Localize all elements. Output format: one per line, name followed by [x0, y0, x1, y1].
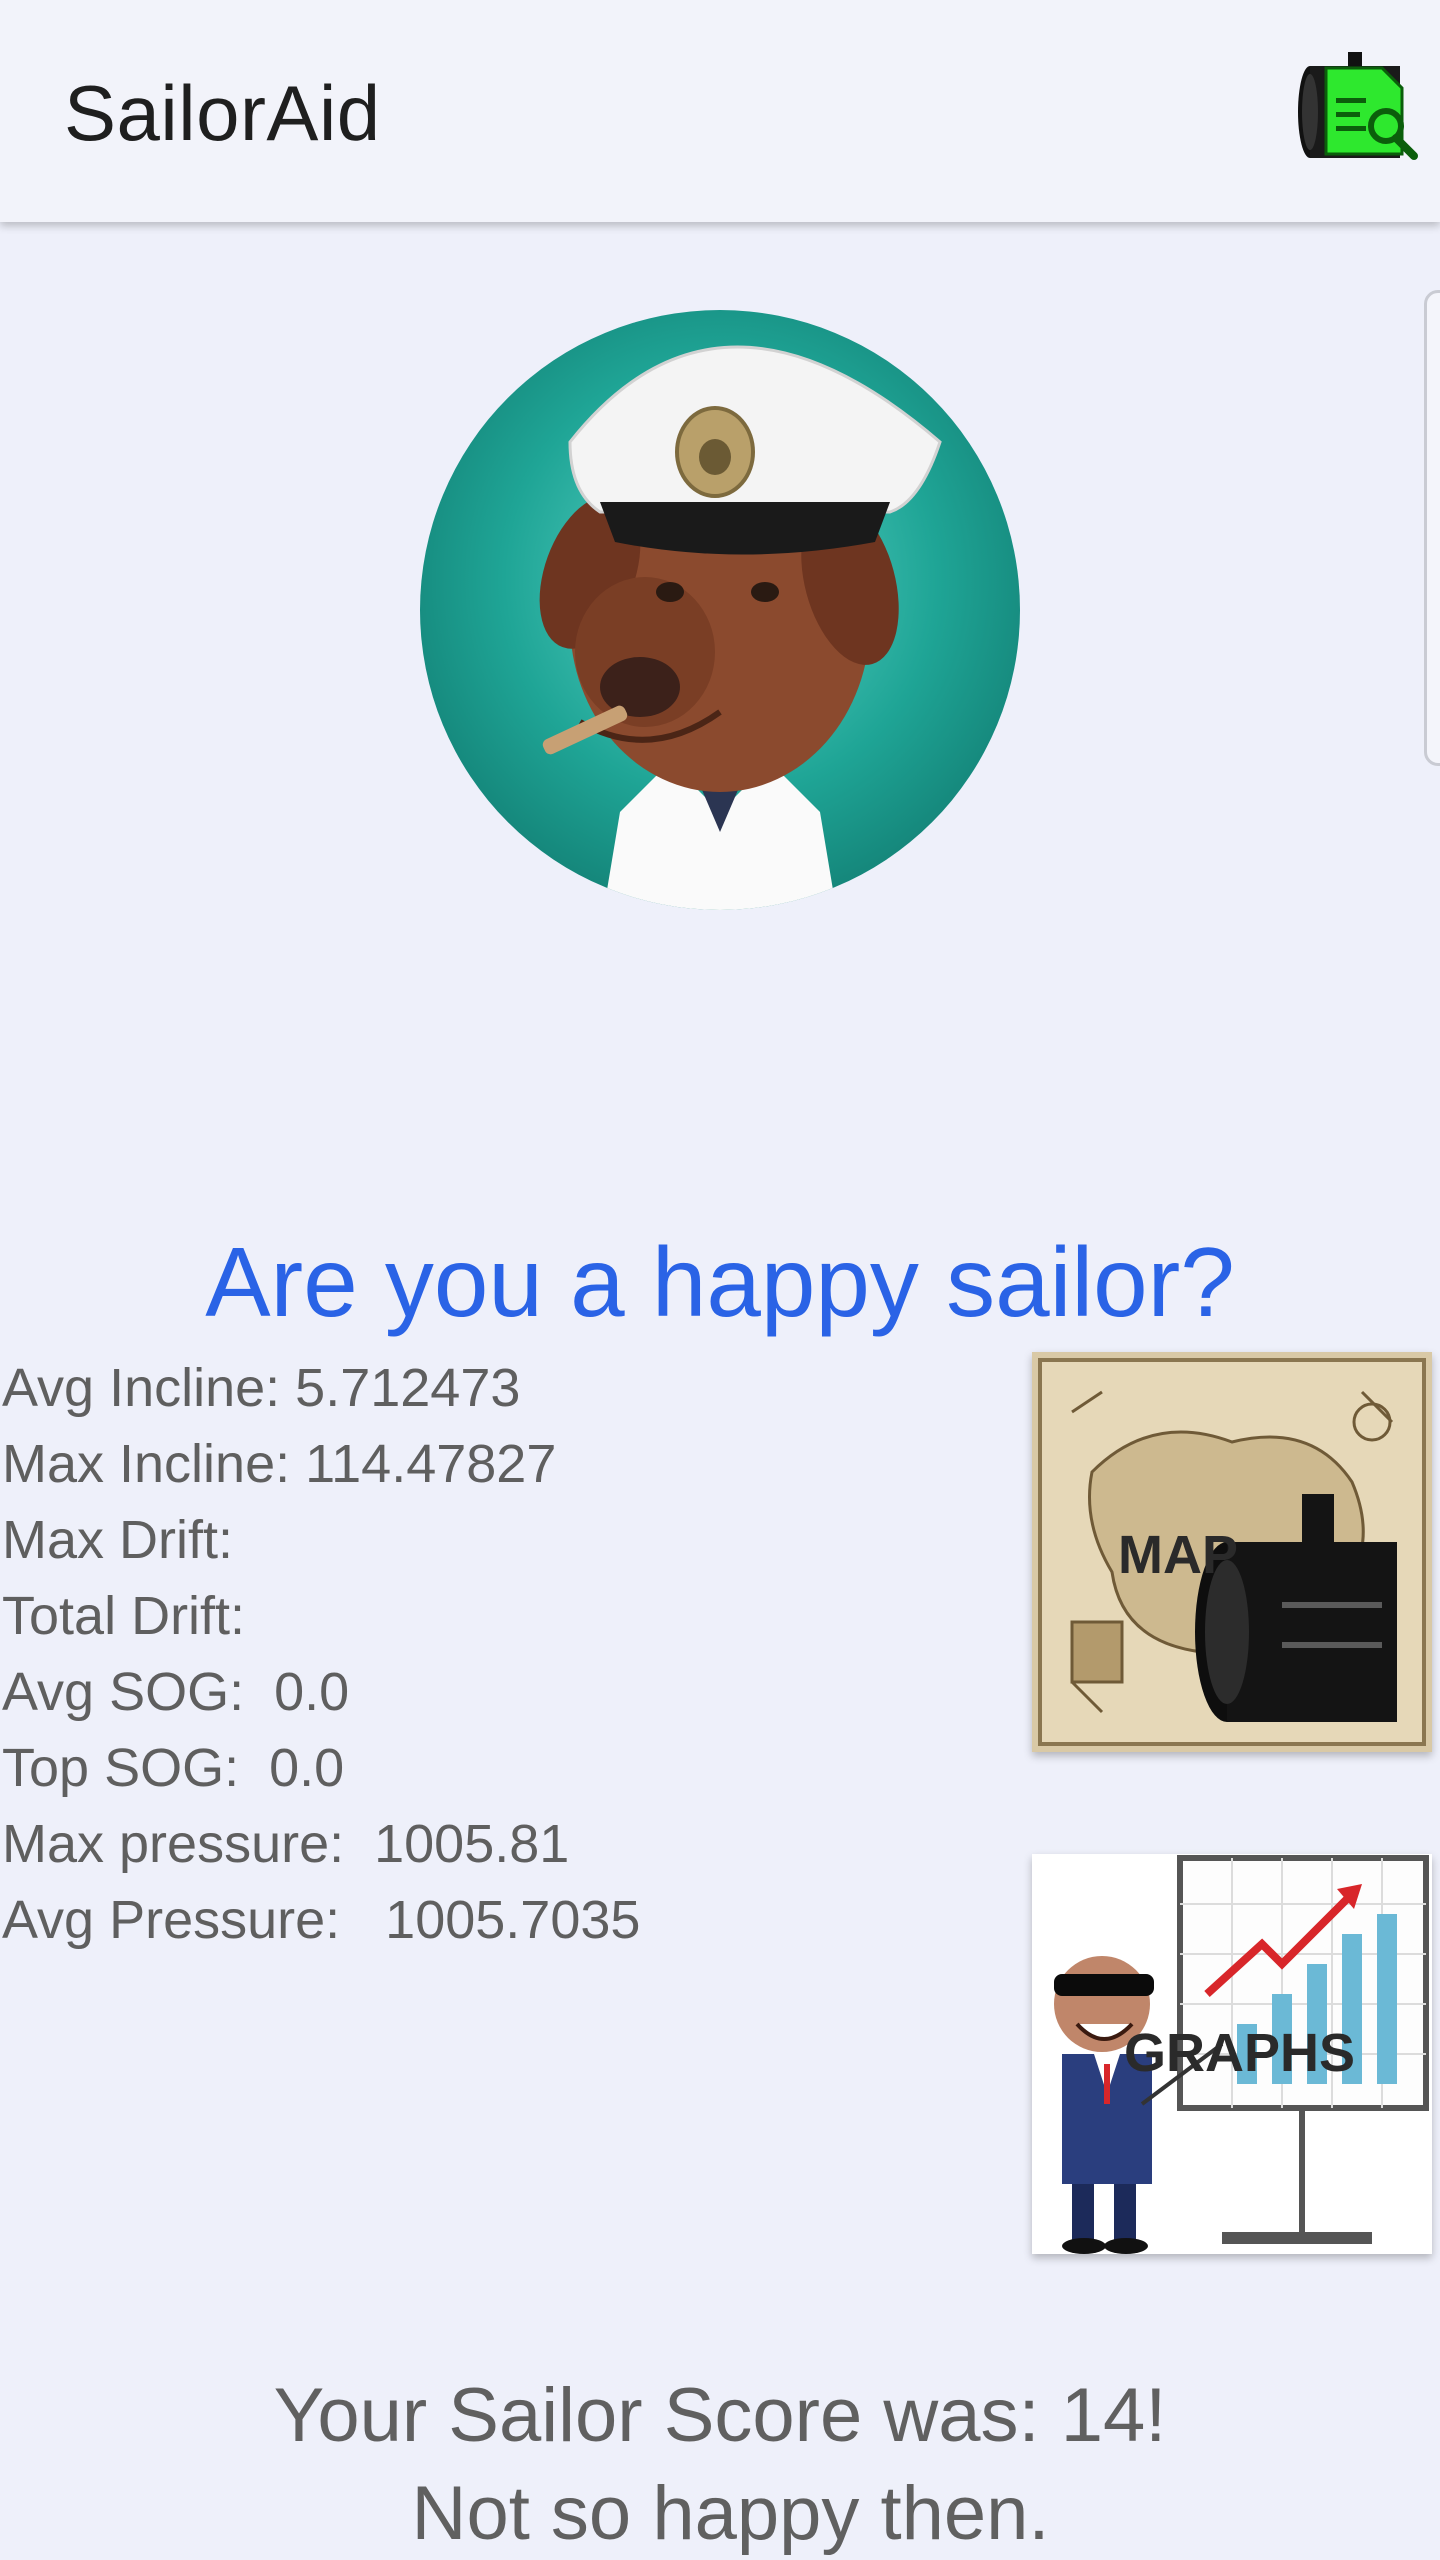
stat-avg-sog: Avg SOG: 0.0	[2, 1662, 350, 1722]
stat-avg-pressure: Avg Pressure: 1005.7035	[2, 1890, 641, 1950]
graphs-label: GRAPHS	[1124, 2023, 1356, 2083]
stat-avg-incline: Avg Incline: 5.712473	[2, 1358, 521, 1418]
sailor-score-text: Your Sailor Score was: 14!	[273, 2373, 1167, 2458]
stat-top-sog: Top SOG: 0.0	[2, 1738, 345, 1798]
stat-max-incline: Max Incline: 114.47827	[2, 1434, 557, 1494]
stat-total-drift: Total Drift:	[2, 1586, 246, 1646]
stat-max-pressure: Max pressure: 1005.81	[2, 1814, 570, 1874]
sailor-dog-avatar	[420, 292, 1020, 922]
happy-sailor-headline: Are you a happy sailor?	[205, 1227, 1235, 1337]
camera-search-icon[interactable]	[1290, 48, 1430, 168]
sailor-score-comment: Not so happy then.	[390, 2471, 1050, 2556]
app-title: SailorAid	[64, 69, 381, 157]
stats-list: Avg Incline: 5.712473 Max Incline: 114.4…	[2, 1350, 640, 1958]
stat-max-drift: Max Drift:	[2, 1510, 234, 1570]
graphs-button[interactable]: GRAPHS	[1032, 1854, 1432, 2254]
map-button[interactable]: MAP	[1032, 1352, 1432, 1752]
app-bar: SailorAid	[0, 0, 1440, 222]
drawer-handle[interactable]	[1424, 290, 1440, 766]
map-label: MAP	[1118, 1525, 1238, 1585]
